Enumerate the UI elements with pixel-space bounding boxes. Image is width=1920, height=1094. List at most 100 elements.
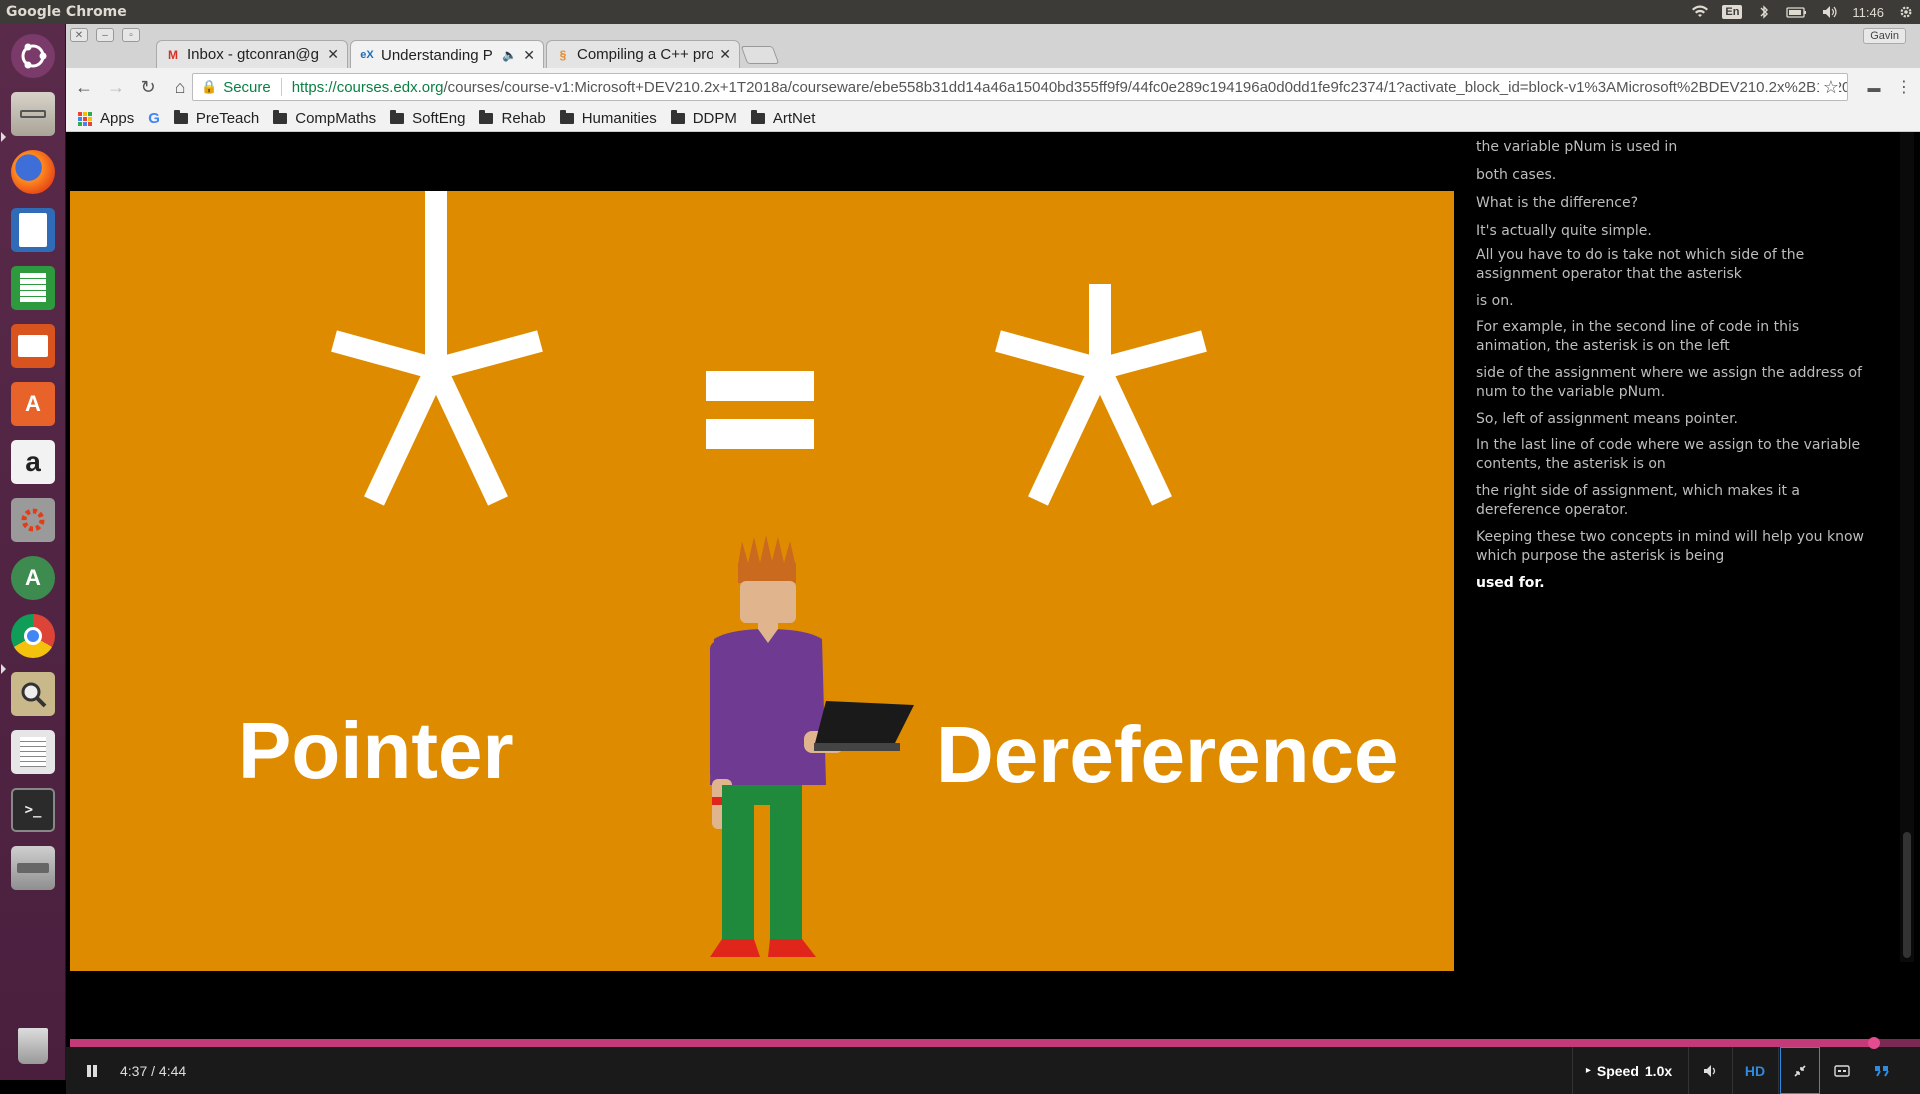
transcript-line[interactable]: What is the difference? [1476,194,1876,213]
launcher-trash[interactable] [7,1020,59,1072]
launcher-writer[interactable] [7,204,59,256]
tab-close-icon[interactable]: ✕ [523,47,535,64]
transcript-panel[interactable]: the variable pNum is used in both cases. W… [1476,132,1920,962]
launcher-chrome[interactable] [7,610,59,662]
transcript-line[interactable]: both cases. [1476,166,1876,185]
bookmark-google[interactable]: G [148,110,160,127]
launcher-text-editor[interactable] [7,726,59,778]
transcript-scrollbar[interactable] [1900,132,1914,962]
quote-icon [1875,1065,1889,1077]
transcript-line[interactable]: All you have to do is take not which sid… [1476,246,1876,284]
maximize-icon: ▫ [129,29,133,41]
scrollbar-thumb[interactable] [1903,832,1911,958]
right-asterisk-shape [995,284,1207,506]
tab-close-icon[interactable]: ✕ [327,46,339,63]
launcher-system-settings[interactable] [7,494,59,546]
home-button[interactable]: ⌂ [166,73,194,101]
bookmark-folder-artnet[interactable]: ArtNet [750,110,816,127]
bookmark-apps[interactable]: Apps [78,110,134,127]
video-illustration [331,191,1207,957]
bluetooth-icon[interactable] [1756,5,1772,19]
bookmark-label: DDPM [692,110,737,127]
transcript-line[interactable]: the variable pNum is used in [1476,138,1876,157]
transcript-line-current[interactable]: used for. [1476,574,1876,593]
speed-button[interactable]: ▸ Speed 1.0x [1576,1047,1682,1094]
launcher-ubuntu-dash[interactable] [7,30,59,82]
pause-button[interactable] [70,1047,114,1094]
launcher-files[interactable] [7,88,59,140]
tab-compiling[interactable]: § Compiling a C++ pro ✕ [546,40,740,68]
launcher-software-center[interactable]: A [7,378,59,430]
bookmark-folder-preteach[interactable]: PreTeach [173,110,260,127]
closed-captions-icon [1834,1064,1850,1077]
launcher: A a A >_ [0,24,66,1080]
forward-button[interactable]: → [102,73,130,101]
bookmark-label: PreTeach [195,110,260,127]
kebab-menu-icon: ⋮ [1896,79,1912,96]
transcript-line[interactable]: So, left of assignment means pointer. [1476,410,1876,429]
edx-icon: eX [360,49,374,61]
transcript-line[interactable]: Keeping these two concepts in mind will … [1476,528,1876,566]
bookmark-folder-compmaths[interactable]: CompMaths [273,110,376,127]
launcher-drive[interactable] [7,842,59,894]
bookmark-label: ArtNet [772,110,816,127]
bookmark-folder-ddpm[interactable]: DDPM [670,110,737,127]
url-host: https://courses.edx.org [291,78,444,96]
bookmark-folder-softeng[interactable]: SoftEng [390,110,465,127]
volume-icon[interactable] [1822,5,1838,19]
text-editor-icon [11,730,55,774]
window-maximize-button[interactable]: ▫ [122,28,140,42]
address-bar[interactable]: 🔒 Secure https://courses.edx.org /course… [192,73,1848,101]
keyboard-layout-indicator[interactable]: En [1722,5,1743,19]
tab-understanding[interactable]: eX Understanding P 🔈 ✕ [350,40,544,69]
captions-button[interactable] [1822,1047,1862,1094]
tab-inbox[interactable]: M Inbox - gtconran@g ✕ [156,40,348,68]
reload-button[interactable]: ↻ [134,73,162,101]
top-panel: Google Chrome En 11:46 [0,0,1920,24]
transcript-line[interactable]: is on. [1476,292,1876,311]
transcript-line[interactable]: side of the assignment where we assign t… [1476,364,1876,402]
window-close-button[interactable]: ✕ [70,28,88,42]
caret-right-icon: ▸ [1585,1065,1591,1076]
profile-button[interactable]: Gavin [1863,28,1906,44]
bookmark-folder-rehab[interactable]: Rehab [479,110,546,127]
transcript-line[interactable]: For example, in the second line of code … [1476,318,1876,356]
launcher-amazon[interactable]: a [7,436,59,488]
transcript-toggle-button[interactable] [1862,1047,1902,1094]
launcher-image-viewer[interactable] [7,668,59,720]
bookmark-label: Apps [100,110,135,127]
forward-arrow-icon: → [107,76,125,97]
transcript-line[interactable]: In the last line of code where we assign… [1476,436,1876,474]
tab-close-icon[interactable]: ✕ [719,46,731,63]
bookmark-star-icon[interactable]: ☆ [1818,76,1839,98]
launcher-firefox[interactable] [7,146,59,198]
volume-button[interactable] [1692,1047,1730,1094]
video-frame[interactable]: Pointer Dereference [70,191,1454,971]
extension-button[interactable]: ▬ [1862,75,1886,99]
new-tab-button[interactable] [740,46,780,64]
window-minimize-button[interactable]: – [96,28,114,42]
clock[interactable]: 11:46 [1852,5,1884,20]
wifi-icon[interactable] [1692,5,1709,19]
battery-icon[interactable] [1786,5,1808,19]
video-progress-bar[interactable] [70,1037,1920,1049]
fullscreen-exit-button[interactable] [1780,1047,1820,1094]
folder-icon [479,110,494,124]
transcript-line[interactable]: It's actually quite simple. [1476,222,1876,241]
launcher-calc[interactable] [7,262,59,314]
session-gear-icon[interactable] [1898,5,1914,19]
bookmark-label: SoftEng [412,110,466,127]
bookmark-folder-humanities[interactable]: Humanities [559,110,657,127]
home-icon: ⌂ [174,76,186,97]
tab-audio-icon[interactable]: 🔈 [502,48,517,62]
launcher-terminal[interactable]: >_ [7,784,59,836]
hd-button[interactable]: HD [1734,1047,1776,1094]
lock-icon: 🔒 [201,79,218,94]
chrome-menu-button[interactable]: ⋮ [1892,75,1916,99]
launcher-impress[interactable] [7,320,59,372]
transcript-line[interactable]: the right side of assignment, which make… [1476,482,1876,520]
launcher-android-studio[interactable]: A [7,552,59,604]
control-separator [1572,1047,1573,1094]
back-button[interactable]: ← [70,73,98,101]
firefox-icon [11,150,55,194]
